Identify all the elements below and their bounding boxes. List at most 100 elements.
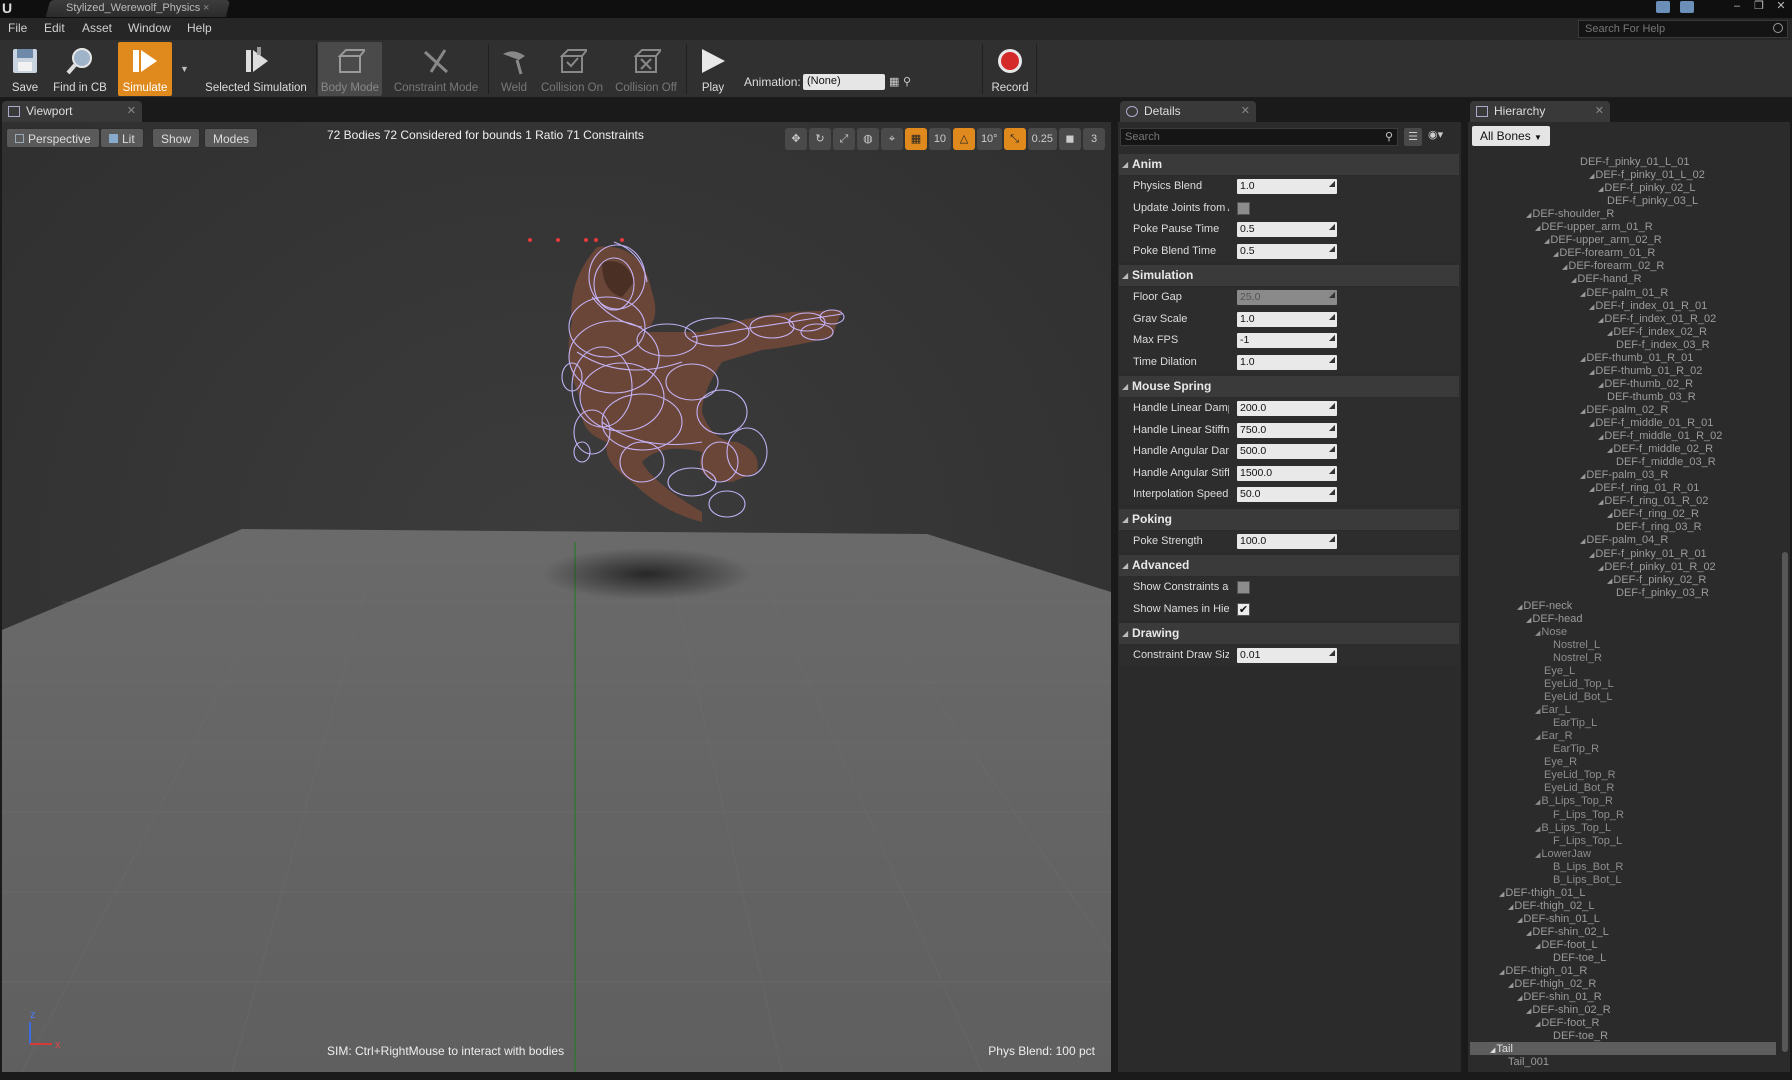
expand-arrow-icon[interactable]: ◢ (1535, 943, 1540, 950)
lit-button[interactable]: Lit (100, 128, 144, 148)
expand-arrow-icon[interactable]: ◢ (1580, 538, 1585, 545)
expand-arrow-icon[interactable]: ◢ (1517, 995, 1522, 1002)
details-search-input[interactable]: Search ⚲ (1120, 128, 1398, 146)
scale-snap-icon[interactable]: ⤡ (1003, 128, 1026, 150)
property-value-field[interactable]: 750.0 (1237, 422, 1337, 438)
close-tab-icon[interactable]: ✕ (127, 104, 136, 117)
record-button[interactable]: Record (986, 42, 1034, 96)
rotate-icon[interactable]: ↻ (808, 128, 831, 150)
close-tab-icon[interactable]: ✕ (1595, 104, 1604, 117)
grid-snap-icon[interactable]: ▦ (904, 128, 927, 150)
hierarchy-node[interactable]: EarTip_L (1553, 717, 1597, 729)
save-button[interactable]: Save (6, 42, 44, 96)
hierarchy-node[interactable]: ◢DEF-shin_02_R (1526, 1004, 1611, 1016)
hierarchy-node[interactable]: ◢DEF-forearm_02_R (1562, 260, 1664, 272)
hierarchy-node[interactable]: ◢DEF-f_index_01_R_01 (1589, 300, 1707, 312)
hierarchy-node[interactable]: ◢DEF-thigh_02_R (1508, 978, 1596, 990)
expand-arrow-icon[interactable]: ◢ (1580, 408, 1585, 415)
hierarchy-node[interactable]: ◢DEF-thumb_01_R_01 (1580, 352, 1693, 364)
hierarchy-node[interactable]: ◢DEF-head (1526, 613, 1583, 625)
tutorial-icon[interactable] (1680, 1, 1694, 13)
menu-help[interactable]: Help (187, 21, 212, 35)
hierarchy-node[interactable]: ◢DEF-thumb_02_R (1598, 378, 1693, 390)
bone-filter-dropdown[interactable]: All Bones ▼ (1472, 126, 1550, 146)
grid-view-icon[interactable]: ▦ (889, 75, 899, 88)
expand-arrow-icon[interactable]: ◢ (1499, 891, 1504, 898)
menu-file[interactable]: File (8, 21, 27, 35)
play-button[interactable]: Play (692, 42, 734, 96)
perspective-button[interactable]: Perspective (6, 128, 100, 148)
expand-arrow-icon[interactable]: ◢ (1553, 251, 1558, 258)
hierarchy-node[interactable]: DEF-thumb_03_R (1607, 391, 1696, 403)
hierarchy-node[interactable]: F_Lips_Top_R (1553, 809, 1624, 821)
simulate-options-dropdown[interactable]: ▼ (178, 42, 190, 96)
expand-arrow-icon[interactable]: ◢ (1535, 799, 1540, 806)
hierarchy-node[interactable]: ◢DEF-shin_01_L (1517, 913, 1600, 925)
property-checkbox[interactable] (1237, 581, 1250, 594)
expand-arrow-icon[interactable]: ◢ (1526, 212, 1531, 219)
expand-arrow-icon[interactable]: ◢ (1589, 486, 1594, 493)
hierarchy-node[interactable]: ◢DEF-palm_03_R (1580, 469, 1668, 481)
translate-icon[interactable]: ✥ (784, 128, 807, 150)
expand-arrow-icon[interactable]: ◢ (1598, 382, 1603, 389)
eye-visibility-icon[interactable]: ◉▾ (1428, 128, 1443, 141)
hierarchy-node[interactable]: DEF-f_ring_03_R (1616, 521, 1702, 533)
category-anim[interactable]: Anim (1119, 154, 1459, 175)
hierarchy-node[interactable]: EyeLid_Top_L (1544, 678, 1614, 690)
help-search-input[interactable]: Search For Help (1578, 20, 1788, 38)
category-drawing[interactable]: Drawing (1119, 623, 1459, 644)
expand-arrow-icon[interactable]: ◢ (1580, 291, 1585, 298)
hierarchy-node[interactable]: ◢DEF-f_pinky_02_R (1607, 574, 1706, 586)
hierarchy-node[interactable]: Nostrel_L (1553, 639, 1600, 651)
hierarchy-node[interactable]: ◢DEF-palm_04_R (1580, 534, 1668, 546)
expand-arrow-icon[interactable]: ◢ (1508, 982, 1513, 989)
hierarchy-node[interactable]: DEF-toe_L (1553, 952, 1606, 964)
hierarchy-node[interactable]: ◢DEF-thigh_01_R (1499, 965, 1587, 977)
expand-arrow-icon[interactable]: ◢ (1598, 186, 1603, 193)
hierarchy-node[interactable]: DEF-f_middle_03_R (1616, 456, 1716, 468)
viewport-tab[interactable]: Viewport ✕ (2, 101, 142, 122)
hierarchy-node[interactable]: ◢DEF-f_pinky_01_R_01 (1589, 548, 1707, 560)
hierarchy-node[interactable]: ◢DEF-upper_arm_02_R (1544, 234, 1662, 246)
expand-arrow-icon[interactable]: ◢ (1589, 421, 1594, 428)
hierarchy-node[interactable]: EyeLid_Top_R (1544, 769, 1616, 781)
hierarchy-node[interactable]: ◢DEF-hand_R (1571, 273, 1642, 285)
collision-on-button[interactable]: Collision On (540, 42, 604, 96)
viewport[interactable]: z x Perspective Lit Show Modes 72 Bodies… (2, 122, 1111, 1072)
hierarchy-node[interactable]: ◢DEF-forearm_01_R (1553, 247, 1655, 259)
scale-icon[interactable]: ⤢ (832, 128, 855, 150)
grid-snap-value[interactable]: 10 (928, 128, 951, 150)
expand-arrow-icon[interactable]: ◢ (1490, 1047, 1495, 1054)
hierarchy-node[interactable]: DEF-f_index_03_R (1616, 339, 1710, 351)
expand-arrow-icon[interactable]: ◢ (1607, 330, 1612, 337)
hierarchy-node[interactable]: ◢B_Lips_Top_R (1535, 795, 1613, 807)
document-tab-close-icon[interactable]: × (203, 0, 209, 17)
weld-button[interactable]: Weld (492, 42, 536, 96)
property-checkbox[interactable]: ✔ (1237, 602, 1250, 616)
expand-arrow-icon[interactable]: ◢ (1571, 277, 1576, 284)
hierarchy-node[interactable]: ◢DEF-f_middle_02_R (1607, 443, 1713, 455)
hierarchy-node[interactable]: ◢DEF-f_pinky_01_R_02 (1598, 561, 1716, 573)
hierarchy-node[interactable]: B_Lips_Bot_L (1553, 874, 1622, 886)
show-button[interactable]: Show (152, 128, 201, 148)
hierarchy-node[interactable]: EyeLid_Bot_R (1544, 782, 1614, 794)
expand-arrow-icon[interactable]: ◢ (1607, 447, 1612, 454)
hierarchy-node[interactable]: ◢Nose (1535, 626, 1567, 638)
camera-speed-value[interactable]: 3 (1083, 128, 1105, 150)
details-tab[interactable]: Details ✕ (1120, 101, 1256, 122)
category-poking[interactable]: Poking (1119, 508, 1459, 530)
body-mode-button[interactable]: Body Mode (318, 42, 382, 96)
hierarchy-node[interactable]: ◢DEF-f_pinky_02_L (1598, 182, 1696, 194)
property-value-field[interactable]: 200.0 (1237, 401, 1337, 416)
document-tab[interactable]: Stylized_Werewolf_Physics × (45, 0, 230, 17)
expand-arrow-icon[interactable]: ◢ (1598, 434, 1603, 441)
modes-button[interactable]: Modes (204, 128, 259, 148)
animation-combo[interactable]: (None) (803, 74, 885, 90)
simulate-button[interactable]: Simulate (118, 42, 172, 96)
expand-arrow-icon[interactable]: ◢ (1598, 565, 1603, 572)
expand-arrow-icon[interactable]: ◢ (1598, 499, 1603, 506)
view-options-list-icon[interactable]: ☰ (1404, 128, 1422, 146)
hierarchy-node[interactable]: ◢DEF-f_index_02_R (1607, 326, 1707, 338)
expand-arrow-icon[interactable]: ◢ (1580, 356, 1585, 363)
expand-arrow-icon[interactable]: ◢ (1535, 734, 1540, 741)
